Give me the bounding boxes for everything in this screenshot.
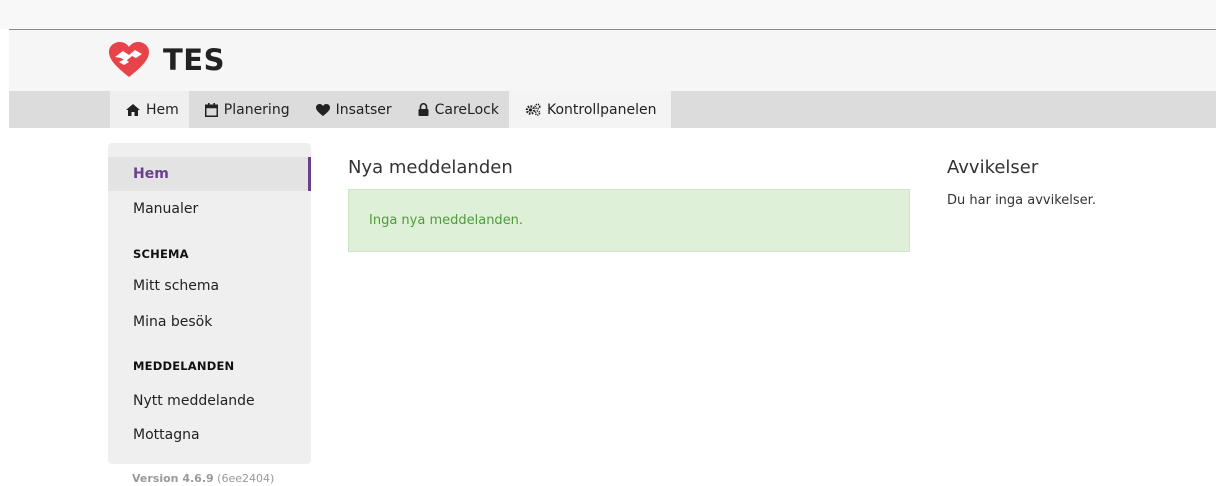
app-logo[interactable]: TES: [109, 40, 225, 80]
cogs-icon: [525, 103, 541, 116]
main-nav: Hem Planering Insatser CareLock Kontroll…: [110, 91, 671, 128]
sidebar-item-label: Mitt schema: [133, 278, 220, 294]
nav-item-label: CareLock: [434, 101, 499, 118]
sidebar-item-label: Mottagna: [133, 427, 200, 443]
sidebar-section-heading: SCHEMA: [133, 247, 189, 261]
browser-top-strip: [0, 0, 1216, 29]
messages-title: Nya meddelanden: [348, 157, 513, 178]
version-number: Version 4.6.9: [132, 472, 214, 485]
nav-item-kontrollpanelen[interactable]: Kontrollpanelen: [508, 91, 671, 128]
home-icon: [126, 103, 140, 116]
deviations-title: Avvikelser: [947, 157, 1039, 178]
nav-item-planering[interactable]: Planering: [189, 91, 300, 128]
sidebar-item-mina-besok[interactable]: Mina besök: [108, 305, 311, 339]
nav-item-insatser[interactable]: Insatser: [300, 91, 402, 128]
nav-item-hem[interactable]: Hem: [110, 91, 189, 128]
nav-item-carelock[interactable]: CareLock: [402, 91, 509, 128]
heart-icon: [315, 103, 330, 116]
sidebar-item-nytt-meddelande[interactable]: Nytt meddelande: [108, 384, 311, 418]
deviations-empty-text: Du har inga avvikelser.: [947, 193, 1096, 208]
sidebar: Hem Manualer SCHEMA Mitt schema Mina bes…: [108, 143, 311, 464]
nav-item-label: Hem: [146, 101, 179, 118]
sidebar-section-heading: MEDDELANDEN: [133, 359, 235, 373]
sidebar-item-label: Manualer: [133, 201, 199, 217]
nav-item-label: Kontrollpanelen: [546, 101, 657, 118]
sidebar-item-manualer[interactable]: Manualer: [108, 192, 311, 226]
sidebar-item-label: Mina besök: [133, 314, 213, 330]
sidebar-item-label: Nytt meddelande: [133, 393, 255, 409]
nav-item-label: Insatser: [335, 101, 392, 118]
calendar-icon: [204, 102, 218, 117]
version-info: Version 4.6.9 (6ee2404): [132, 472, 274, 485]
app-title: TES: [163, 43, 225, 77]
heart-logo-icon: [109, 42, 149, 77]
version-build: (6ee2404): [217, 472, 275, 485]
sidebar-item-label: Hem: [133, 166, 169, 182]
nav-item-label: Planering: [223, 101, 290, 118]
lock-icon: [418, 103, 429, 116]
messages-empty-alert: Inga nya meddelanden.: [348, 189, 910, 252]
messages-empty-text: Inga nya meddelanden.: [369, 213, 524, 228]
sidebar-item-hem[interactable]: Hem: [108, 157, 311, 191]
sidebar-item-mitt-schema[interactable]: Mitt schema: [108, 269, 311, 303]
sidebar-item-mottagna[interactable]: Mottagna: [108, 418, 311, 452]
